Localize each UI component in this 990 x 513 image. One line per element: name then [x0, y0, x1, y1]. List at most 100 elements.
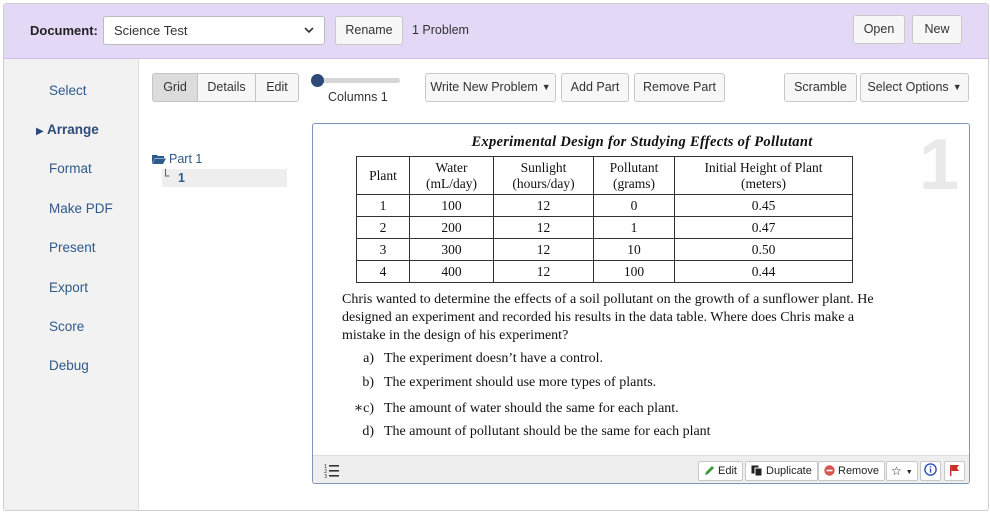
table-cell: 12: [493, 260, 594, 283]
table-cell: 2: [356, 216, 410, 239]
problem-table-title: Experimental Design for Studying Effects…: [471, 134, 813, 150]
folder-open-icon: [152, 155, 166, 164]
sidebar-item-make-pdf[interactable]: Make PDF: [49, 201, 113, 216]
choice-text: The amount of water should the same for …: [384, 401, 679, 416]
tab-edit[interactable]: Edit: [255, 73, 299, 102]
flag-icon: [950, 465, 959, 476]
tab-grid[interactable]: Grid: [152, 73, 198, 102]
tree-part-1[interactable]: Part 1: [152, 152, 202, 166]
table-header-row: Plant Water (mL/day) Sunlight (hours/day) …: [356, 156, 853, 195]
table-cell: 4: [356, 260, 410, 283]
table-cell: 1: [593, 216, 675, 239]
tab-details[interactable]: Details: [197, 73, 256, 102]
edit-label: Edit: [718, 465, 737, 477]
table-cell: 100: [409, 194, 494, 217]
remove-part-button[interactable]: Remove Part: [634, 73, 725, 102]
answer-choice-b: b) The experiment should use more types o…: [342, 375, 902, 391]
duplicate-problem-button[interactable]: Duplicate: [745, 461, 818, 481]
answer-choice-a: a) The experiment doesn’t have a control.: [342, 351, 902, 367]
scramble-button[interactable]: Scramble: [784, 73, 857, 102]
add-part-button[interactable]: Add Part: [561, 73, 629, 102]
flag-button[interactable]: [944, 461, 965, 481]
table-row: 2 200 12 1 0.47: [356, 216, 853, 239]
problem-stem: Chris wanted to determine the effects of…: [342, 292, 874, 343]
answer-choice-c: ∗c) The amount of water should the same f…: [342, 400, 902, 417]
chevron-down-icon: [304, 27, 314, 34]
choice-label: ∗c): [353, 401, 374, 416]
problem-card[interactable]: 1 Experimental Design for Studying Effec…: [312, 123, 970, 484]
columns-label: Columns 1: [328, 90, 388, 104]
sidebar-item-export[interactable]: Export: [49, 280, 88, 295]
remove-label: Remove: [838, 465, 879, 477]
columns-slider-track[interactable]: [314, 78, 400, 83]
table-cell: 0.50: [674, 238, 853, 261]
tree-problem-1[interactable]: └ 1: [162, 169, 287, 187]
sidebar-item-select[interactable]: Select: [49, 83, 87, 98]
info-icon: [924, 463, 937, 476]
table-cell: 0.47: [674, 216, 853, 239]
sidebar: Select ▶ Arrange Format Make PDF Present…: [4, 59, 139, 510]
copy-icon: [751, 465, 763, 477]
info-button[interactable]: [920, 461, 941, 481]
choice-text: The amount of pollutant should be the sa…: [384, 424, 711, 439]
duplicate-label: Duplicate: [766, 465, 812, 477]
data-table: Plant Water (mL/day) Sunlight (hours/day) …: [356, 156, 853, 283]
star-icon: ☆: [891, 464, 902, 478]
header-bar: Document: Science Test Rename 1 Problem …: [4, 4, 988, 59]
edit-problem-button[interactable]: Edit: [698, 461, 743, 481]
columns-slider-handle[interactable]: [311, 74, 324, 87]
table-row: 1 100 12 0 0.45: [356, 194, 853, 217]
sidebar-item-present[interactable]: Present: [49, 240, 96, 255]
table-cell: 10: [593, 238, 675, 261]
select-options-button[interactable]: Select Options ▼: [860, 73, 969, 102]
table-cell: 0.44: [674, 260, 853, 283]
table-cell: 12: [493, 216, 594, 239]
col-header-sunlight: Sunlight (hours/day): [493, 156, 594, 195]
table-cell: 100: [593, 260, 675, 283]
table-cell: 12: [493, 238, 594, 261]
col-header-water: Water (mL/day): [409, 156, 494, 195]
choice-label: d): [362, 424, 374, 439]
table-cell: 0.45: [674, 194, 853, 217]
caret-down-icon: ▼: [905, 469, 913, 476]
pencil-icon: [705, 466, 714, 475]
active-arrow-icon: ▶: [36, 126, 44, 137]
choice-text: The experiment doesn’t have a control.: [384, 351, 603, 366]
sidebar-item-arrange[interactable]: ▶ Arrange: [36, 122, 99, 137]
choice-text: The experiment should use more types of …: [384, 375, 657, 390]
star-dropdown-button[interactable]: ☆ ▼: [886, 461, 918, 481]
select-options-label: Select Options: [867, 80, 949, 94]
answer-choice-d: d) The amount of pollutant should be the …: [342, 424, 902, 440]
table-cell: 0: [593, 194, 675, 217]
tree-elbow: └: [162, 169, 170, 183]
table-row: 3 300 12 10 0.50: [356, 238, 853, 261]
choice-label: a): [363, 351, 374, 366]
open-button[interactable]: Open: [853, 15, 905, 44]
app-frame: Document: Science Test Rename 1 Problem …: [3, 3, 989, 511]
table-row: 4 400 12 100 0.44: [356, 260, 853, 283]
document-select[interactable]: Science Test: [103, 16, 325, 45]
sidebar-item-score[interactable]: Score: [49, 319, 84, 334]
list-numbered-icon[interactable]: 1 2 3: [324, 463, 340, 479]
col-header-initial-height: Initial Height of Plant (meters): [674, 156, 853, 195]
document-select-value: Science Test: [114, 23, 188, 38]
tree-part-label: Part 1: [169, 152, 203, 166]
write-new-problem-button[interactable]: Write New Problem ▼: [425, 73, 556, 102]
remove-problem-button[interactable]: Remove: [818, 461, 885, 481]
col-header-plant: Plant: [356, 156, 410, 195]
col-header-pollutant: Pollutant (grams): [593, 156, 675, 195]
table-cell: 400: [409, 260, 494, 283]
caret-down-icon: ▼: [541, 82, 551, 92]
sidebar-item-debug[interactable]: Debug: [49, 358, 89, 373]
new-button[interactable]: New: [912, 15, 962, 44]
choice-label: b): [362, 375, 374, 390]
table-cell: 200: [409, 216, 494, 239]
svg-text:3: 3: [324, 474, 327, 479]
rename-button[interactable]: Rename: [335, 16, 403, 45]
sidebar-item-format[interactable]: Format: [49, 161, 92, 176]
table-cell: 3: [356, 238, 410, 261]
document-label: Document:: [30, 23, 98, 38]
table-cell: 300: [409, 238, 494, 261]
table-cell: 12: [493, 194, 594, 217]
write-new-problem-label: Write New Problem: [430, 80, 538, 94]
